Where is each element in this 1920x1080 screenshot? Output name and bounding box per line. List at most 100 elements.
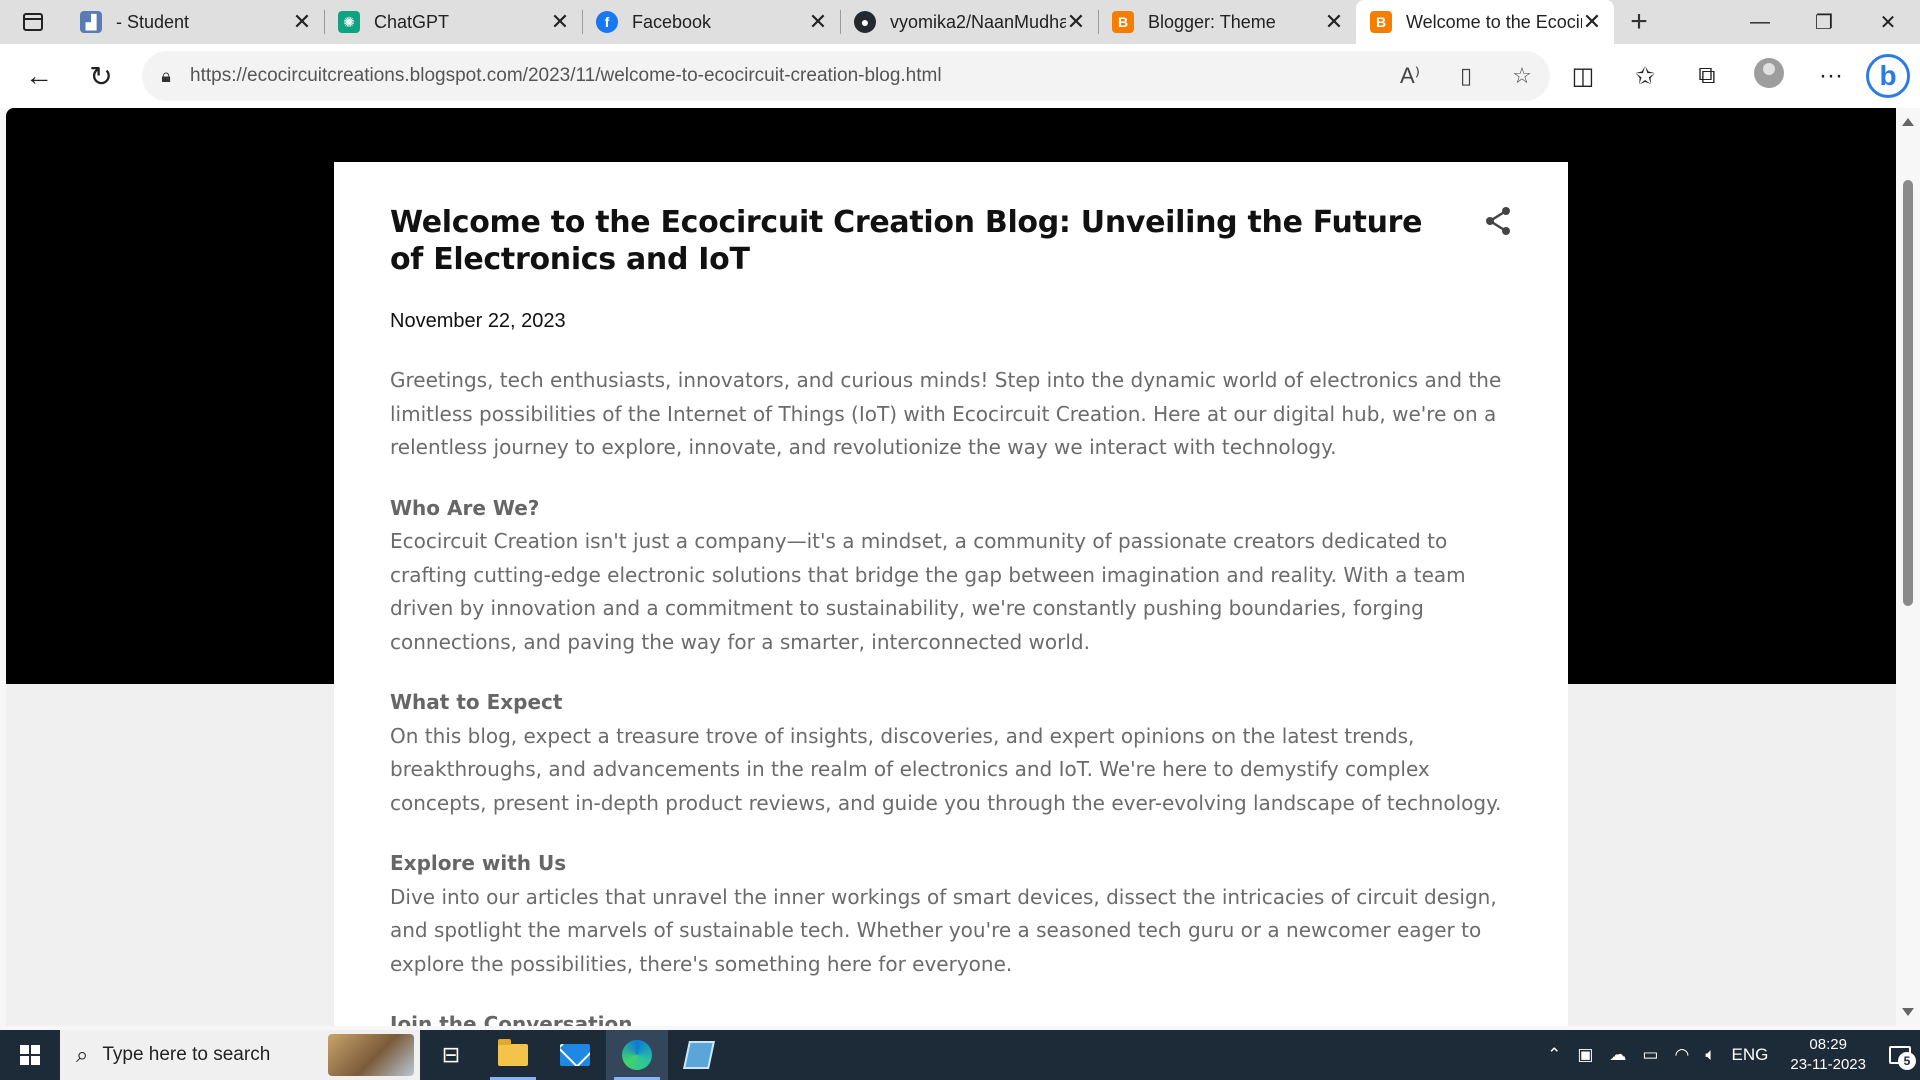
tab-title: ChatGPT bbox=[374, 11, 450, 32]
windows-taskbar: ⌕ Type here to search ⊟ ⌃ ▣ ☁ ▭ ◠ 🔈︎ ENG… bbox=[0, 1030, 1920, 1080]
search-highlight-image[interactable] bbox=[328, 1034, 414, 1076]
refresh-button[interactable]: ↻ bbox=[70, 44, 132, 108]
post-section: Who Are We? Ecocircuit Creation isn't ju… bbox=[390, 492, 1520, 660]
browser-tab-strip: ▟ - Student ✕ ✺ ChatGPT ✕ f Facebook ✕ ●… bbox=[0, 0, 1920, 44]
taskbar-search[interactable]: ⌕ Type here to search bbox=[60, 1030, 420, 1080]
clock-date: 23-11-2023 bbox=[1790, 1056, 1866, 1073]
section-heading: Explore with Us bbox=[390, 851, 567, 875]
chatgpt-icon: ✺ bbox=[338, 11, 360, 33]
section-text: On this blog, expect a treasure trove of… bbox=[390, 723, 1502, 815]
tab-github[interactable]: ● vyomika2/NaanMudhal ✕ bbox=[840, 0, 1098, 44]
mail-icon[interactable] bbox=[544, 1030, 606, 1080]
notes-app-icon[interactable] bbox=[668, 1030, 730, 1080]
tab-title: - Student bbox=[116, 11, 190, 32]
more-menu-icon[interactable]: ··· bbox=[1800, 62, 1862, 90]
close-tab-icon[interactable]: ✕ bbox=[292, 11, 312, 33]
address-bar[interactable]: 🔒︎ https://ecocircuitcreations.blogspot.… bbox=[142, 51, 1550, 101]
back-arrow-icon: ← bbox=[25, 60, 53, 91]
profile-button[interactable] bbox=[1738, 57, 1800, 95]
back-button[interactable]: ← bbox=[8, 44, 70, 108]
tab-title: Welcome to the Ecocircuit bbox=[1406, 11, 1582, 32]
language-indicator[interactable]: ENG bbox=[1724, 1045, 1777, 1065]
browser-toolbar: ← ↻ 🔒︎ https://ecocircuitcreations.blogs… bbox=[0, 44, 1920, 108]
wifi-icon[interactable]: ◠ bbox=[1666, 1045, 1697, 1065]
toolbar-right: ◫ ✩ ⧉ ··· b bbox=[1552, 44, 1910, 108]
clock-time: 08:29 bbox=[1809, 1036, 1847, 1053]
close-tab-icon[interactable]: ✕ bbox=[1324, 11, 1344, 33]
restore-icon[interactable]: ❐ bbox=[1792, 0, 1856, 44]
section-heading: Who Are We? bbox=[390, 495, 540, 520]
edge-browser-icon[interactable] bbox=[606, 1030, 668, 1080]
scroll-up-icon[interactable] bbox=[1902, 118, 1914, 126]
post-title: Welcome to the Ecocircuit Creation Blog:… bbox=[390, 205, 1423, 277]
notes-icon bbox=[683, 1041, 715, 1069]
scroll-down-icon[interactable] bbox=[1902, 1008, 1914, 1016]
favorite-star-icon[interactable]: ☆ bbox=[1494, 63, 1550, 89]
notification-center-button[interactable]: 5 bbox=[1880, 1030, 1920, 1080]
page-scrollbar[interactable] bbox=[1896, 108, 1920, 1026]
blogger-icon: B bbox=[1112, 11, 1134, 33]
tab-actions-button[interactable] bbox=[0, 0, 66, 44]
url-host: https://ecocircuitcreations.blogspot.com bbox=[190, 65, 523, 86]
onedrive-icon[interactable]: ☁ bbox=[1601, 1045, 1634, 1065]
post-section: What to Expect On this blog, expect a tr… bbox=[390, 686, 1520, 820]
tab-actions-icon bbox=[23, 13, 43, 31]
tab-student[interactable]: ▟ - Student ✕ bbox=[66, 0, 324, 44]
github-icon: ● bbox=[854, 11, 876, 33]
share-icon[interactable] bbox=[1484, 206, 1512, 236]
tab-title: Facebook bbox=[632, 11, 712, 32]
folder-icon bbox=[498, 1039, 528, 1066]
start-button[interactable] bbox=[0, 1030, 60, 1080]
collections-icon[interactable]: ⧉ bbox=[1676, 62, 1738, 90]
post-card: Welcome to the Ecocircuit Creation Blog:… bbox=[334, 162, 1568, 1026]
post-body: Greetings, tech enthusiasts, innovators,… bbox=[390, 364, 1520, 1026]
window-controls: — ❐ ✕ bbox=[1728, 0, 1920, 44]
favorites-icon[interactable]: ✩ bbox=[1614, 62, 1676, 91]
clock[interactable]: 08:29 23-11-2023 bbox=[1776, 1035, 1880, 1075]
search-icon: ⌕ bbox=[76, 1042, 89, 1067]
tab-welcome-active[interactable]: B Welcome to the Ecocircuit ✕ bbox=[1356, 0, 1614, 44]
volume-icon[interactable]: 🔈︎ bbox=[1697, 1045, 1723, 1065]
battery-icon[interactable]: ▭ bbox=[1634, 1045, 1666, 1065]
avatar bbox=[1754, 57, 1784, 88]
section-text: Dive into our articles that unravel the … bbox=[390, 884, 1497, 976]
close-tab-icon[interactable]: ✕ bbox=[1066, 11, 1086, 33]
tab-facebook[interactable]: f Facebook ✕ bbox=[582, 0, 840, 44]
minimize-icon[interactable]: — bbox=[1728, 0, 1792, 44]
scrollbar-thumb[interactable] bbox=[1903, 180, 1913, 606]
url-path: /2023/11/welcome-to-ecocircuit-creation-… bbox=[522, 65, 942, 86]
close-tab-icon[interactable]: ✕ bbox=[1582, 11, 1602, 33]
notification-count-badge: 5 bbox=[1898, 1052, 1916, 1070]
url-text[interactable]: https://ecocircuitcreations.blogspot.com… bbox=[190, 65, 942, 87]
tab-blogger-theme[interactable]: B Blogger: Theme ✕ bbox=[1098, 0, 1356, 44]
refresh-icon: ↻ bbox=[89, 60, 113, 92]
meet-now-icon[interactable]: ▣ bbox=[1569, 1045, 1601, 1065]
search-placeholder: Type here to search bbox=[102, 1044, 271, 1065]
close-window-icon[interactable]: ✕ bbox=[1856, 0, 1920, 44]
show-hidden-icons-icon[interactable]: ⌃ bbox=[1539, 1045, 1569, 1065]
task-view-icon[interactable]: ⊟ bbox=[420, 1030, 482, 1080]
close-tab-icon[interactable]: ✕ bbox=[550, 11, 570, 33]
lock-icon[interactable]: 🔒︎ bbox=[142, 66, 190, 87]
system-tray: ⌃ ▣ ☁ ▭ ◠ 🔈︎ ENG 08:29 23-11-2023 5 bbox=[1539, 1030, 1920, 1080]
post-section: Explore with Us Dive into our articles t… bbox=[390, 847, 1520, 981]
read-aloud-icon[interactable]: A⁾ bbox=[1382, 63, 1438, 89]
file-explorer-icon[interactable] bbox=[482, 1030, 544, 1080]
bing-copilot-icon[interactable]: b bbox=[1866, 54, 1910, 98]
post-section: Join the Conversation bbox=[390, 1008, 1520, 1026]
section-heading: What to Expect bbox=[390, 690, 563, 714]
page-viewport: Welcome to the Ecocircuit Creation Blog:… bbox=[6, 108, 1896, 1026]
address-bar-actions: A⁾ ▯ ☆ bbox=[1382, 63, 1550, 89]
blogger-icon: B bbox=[1370, 11, 1392, 33]
post-intro: Greetings, tech enthusiasts, innovators,… bbox=[390, 368, 1502, 459]
facebook-icon: f bbox=[596, 11, 618, 33]
immersive-reader-icon[interactable]: ▯ bbox=[1438, 63, 1494, 89]
edge-logo-icon bbox=[622, 1040, 652, 1070]
tab-chatgpt[interactable]: ✺ ChatGPT ✕ bbox=[324, 0, 582, 44]
split-screen-icon[interactable]: ◫ bbox=[1552, 62, 1614, 91]
section-text: Ecocircuit Creation isn't just a company… bbox=[390, 529, 1466, 654]
new-tab-button[interactable]: + bbox=[1614, 0, 1664, 44]
student-app-icon: ▟ bbox=[80, 11, 102, 33]
close-tab-icon[interactable]: ✕ bbox=[808, 11, 828, 33]
tab-title: vyomika2/NaanMudhal bbox=[890, 11, 1066, 32]
